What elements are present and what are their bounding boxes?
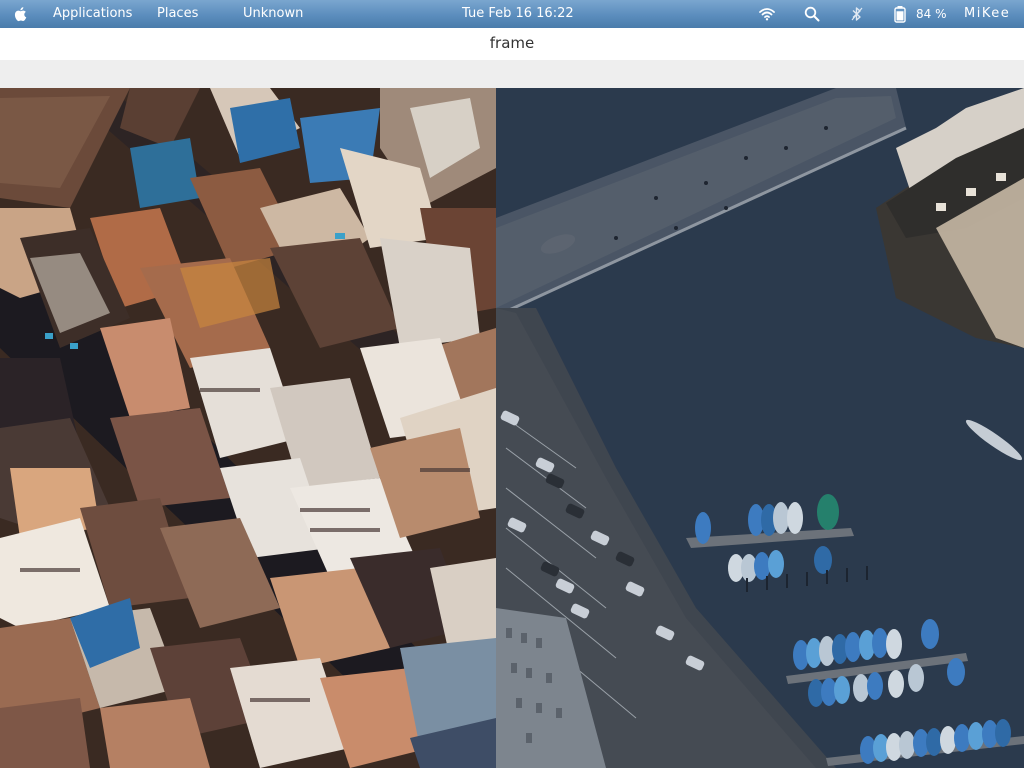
user-menu[interactable]: MiKee — [964, 0, 1010, 28]
top-panel: Applications Places Unknown Tue Feb 16 1… — [0, 0, 1024, 28]
window-title: frame — [0, 28, 1024, 60]
menu-applications[interactable]: Applications — [53, 0, 132, 28]
wifi-icon[interactable] — [759, 0, 775, 28]
menu-places[interactable]: Places — [157, 0, 198, 28]
aerial-rooftops-photo — [0, 88, 496, 768]
frame-view — [0, 88, 1024, 768]
bluetooth-icon[interactable] — [850, 0, 864, 28]
battery-percent: 84 % — [916, 7, 947, 21]
apple-logo-icon[interactable] — [12, 0, 30, 28]
menu-unknown[interactable]: Unknown — [243, 0, 303, 28]
aerial-harbor-photo — [496, 88, 1024, 768]
battery-icon[interactable] — [893, 0, 907, 28]
clock[interactable]: Tue Feb 16 16:22 — [462, 0, 574, 28]
toolbar-strip — [0, 60, 1024, 88]
search-icon[interactable] — [804, 0, 820, 28]
